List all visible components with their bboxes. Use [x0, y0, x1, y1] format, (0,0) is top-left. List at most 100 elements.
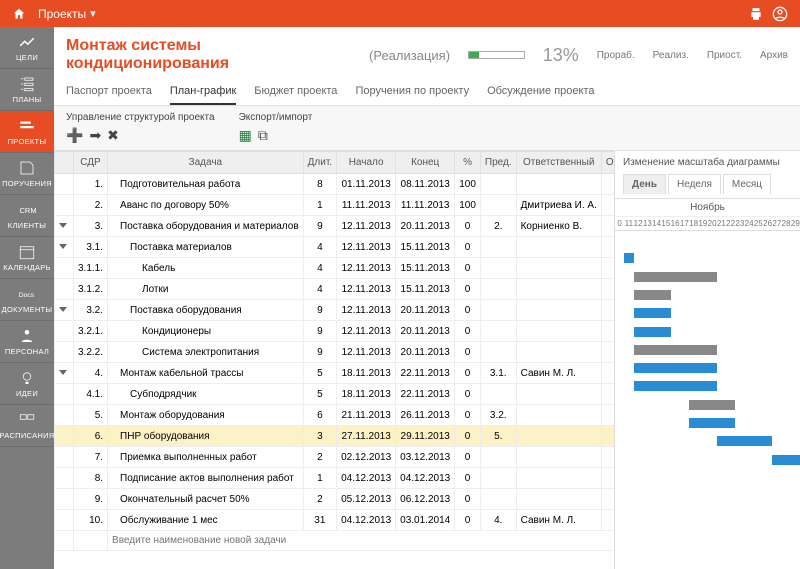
table-row[interactable]: 6.ПНР оборудования327.11.201329.11.20130… — [55, 426, 615, 447]
col-header[interactable]: Начало — [337, 152, 396, 174]
gantt-scale-tabs: ДеньНеделяМесяц — [615, 174, 800, 194]
table-row[interactable]: 3.2.2.Система электропитания912.11.20132… — [55, 342, 615, 363]
sidebar-item-goals[interactable]: ЦЕЛИ — [0, 27, 54, 69]
sidebar-item-projects[interactable]: ПРОЕКТЫ — [0, 111, 54, 153]
table-row[interactable]: 3.1.1.Кабель412.11.201315.11.201300 — [55, 258, 615, 279]
gantt-body[interactable] — [615, 231, 800, 569]
task-table-wrap[interactable]: СДРЗадачаДлит.НачалоКонец%Пред.Ответстве… — [54, 151, 614, 569]
scale-tab[interactable]: Месяц — [723, 174, 771, 194]
sidebar-item-crm[interactable]: CRMКЛИЕНТЫ — [0, 195, 54, 237]
new-task-row[interactable] — [55, 531, 615, 551]
gantt-title: Изменение масштаба диаграммы — [615, 151, 800, 174]
expand-icon[interactable] — [59, 244, 67, 249]
gantt-bar[interactable] — [624, 253, 633, 263]
table-header-row: СДРЗадачаДлит.НачалоКонец%Пред.Ответстве… — [55, 152, 615, 174]
status-tab[interactable]: Приост. — [707, 50, 742, 61]
table-row[interactable]: 1.Подготовительная работа801.11.201308.1… — [55, 174, 615, 195]
gantt-bar[interactable] — [634, 308, 671, 318]
table-row[interactable]: 4.Монтаж кабельной трассы518.11.201322.1… — [55, 363, 615, 384]
tab-3[interactable]: Поручения по проекту — [355, 79, 469, 105]
project-header: Монтаж системы кондиционирования (Реализ… — [54, 27, 800, 79]
table-row[interactable]: 9.Окончательный расчет 50%205.12.201306.… — [55, 489, 615, 510]
breadcrumb[interactable]: Проекты — [30, 7, 86, 21]
status-tab[interactable]: Архив — [760, 50, 788, 61]
print-icon[interactable] — [744, 7, 768, 21]
tab-0[interactable]: Паспорт проекта — [66, 79, 152, 105]
gantt-bar[interactable] — [689, 400, 735, 410]
progress-percent: 13% — [543, 45, 579, 66]
task-table: СДРЗадачаДлит.НачалоКонец%Пред.Ответстве… — [54, 151, 614, 551]
col-header[interactable]: % — [455, 152, 481, 174]
gantt-bar[interactable] — [772, 455, 800, 465]
status-tabs: Прораб. Реализ. Приост. Архив — [597, 50, 788, 61]
project-tabs: Паспорт проекта План-график Бюджет проекта… — [54, 79, 800, 106]
status-tab[interactable]: Прораб. — [597, 50, 635, 61]
col-header[interactable]: Отчёт — [601, 152, 614, 174]
gantt-bar[interactable] — [634, 272, 717, 282]
home-icon[interactable] — [8, 7, 30, 21]
col-header[interactable]: Пред. — [480, 152, 516, 174]
col-header[interactable] — [55, 152, 74, 174]
sidebar-item-sched[interactable]: РАСПИСАНИЯ — [0, 405, 54, 447]
table-row[interactable]: 4.1.Субподрядчик518.11.201322.11.201300 — [55, 384, 615, 405]
toolbar: Управление структурой проекта ➕ ➡ ✖ Эксп… — [54, 106, 800, 151]
sidebar-item-staff[interactable]: ПЕРСОНАЛ — [0, 321, 54, 363]
col-header[interactable]: Ответственный — [516, 152, 601, 174]
user-icon[interactable] — [768, 6, 792, 22]
table-row[interactable]: 10.Обслуживание 1 мес3104.12.201303.01.2… — [55, 510, 615, 531]
gantt-bar[interactable] — [634, 363, 717, 373]
gantt-bar[interactable] — [717, 436, 773, 446]
project-phase: (Реализация) — [369, 48, 450, 63]
toolbar-export-label: Экспорт/импорт — [239, 112, 313, 123]
toolbar-struct-label: Управление структурой проекта — [66, 112, 215, 123]
svg-text:CRM: CRM — [20, 206, 37, 215]
table-row[interactable]: 3.Поставка оборудования и материалов912.… — [55, 216, 615, 237]
sidebar: ЦЕЛИПЛАНЫПРОЕКТЫПОРУЧЕНИЯCRMКЛИЕНТЫКАЛЕН… — [0, 27, 54, 569]
expand-icon[interactable] — [59, 223, 67, 228]
sidebar-item-docs[interactable]: DocsДОКУМЕНТЫ — [0, 279, 54, 321]
gantt-bar[interactable] — [634, 381, 717, 391]
sidebar-item-plans[interactable]: ПЛАНЫ — [0, 69, 54, 111]
excel-icon[interactable]: ▦ — [239, 127, 252, 144]
gantt-bar[interactable] — [689, 418, 735, 428]
scale-tab[interactable]: Неделя — [668, 174, 721, 194]
project-title: Монтаж системы кондиционирования — [66, 37, 351, 73]
table-row[interactable]: 3.2.1.Кондиционеры912.11.201320.11.20130… — [55, 321, 615, 342]
indent-icon[interactable]: ➡ — [89, 127, 101, 144]
sidebar-item-calendar[interactable]: КАЛЕНДАРЬ — [0, 237, 54, 279]
dropdown-icon[interactable]: ▾ — [90, 7, 96, 20]
table-row[interactable]: 8.Подписание актов выполнения работ104.1… — [55, 468, 615, 489]
add-icon[interactable]: ➕ — [66, 127, 83, 144]
table-row[interactable]: 3.1.Поставка материалов412.11.201315.11.… — [55, 237, 615, 258]
col-header[interactable]: Конец — [396, 152, 455, 174]
topbar: Проекты ▾ — [0, 0, 800, 27]
delete-icon[interactable]: ✖ — [107, 127, 119, 144]
table-row[interactable]: 3.1.2.Лотки412.11.201315.11.201300 — [55, 279, 615, 300]
table-row[interactable]: 5.Монтаж оборудования621.11.201326.11.20… — [55, 405, 615, 426]
new-task-input[interactable] — [112, 535, 614, 546]
tab-2[interactable]: Бюджет проекта — [254, 79, 337, 105]
expand-icon[interactable] — [59, 370, 67, 375]
sidebar-item-tasks[interactable]: ПОРУЧЕНИЯ — [0, 153, 54, 195]
sidebar-item-ideas[interactable]: ИДЕИ — [0, 363, 54, 405]
table-row[interactable]: 3.2.Поставка оборудования912.11.201320.1… — [55, 300, 615, 321]
col-header[interactable]: Длит. — [303, 152, 336, 174]
gantt-days-row: 011121314151617181920212223242526272829 — [615, 217, 800, 231]
tab-1[interactable]: План-график — [170, 79, 236, 105]
gantt-bar[interactable] — [634, 290, 671, 300]
col-header[interactable]: СДР — [74, 152, 108, 174]
status-tab[interactable]: Реализ. — [653, 50, 689, 61]
table-row[interactable]: 7.Приемка выполненных работ202.12.201303… — [55, 447, 615, 468]
scale-tab[interactable]: День — [623, 174, 666, 194]
copy-icon[interactable]: ⧉ — [258, 127, 268, 144]
progress-bar — [468, 51, 525, 59]
gantt-month: Ноябрь — [615, 198, 800, 217]
gantt-bar[interactable] — [634, 345, 717, 355]
expand-icon[interactable] — [59, 307, 67, 312]
table-row[interactable]: 2.Аванс по договору 50%111.11.201311.11.… — [55, 195, 615, 216]
col-header[interactable]: Задача — [108, 152, 304, 174]
gantt-panel: Изменение масштаба диаграммы ДеньНеделяМ… — [614, 151, 800, 569]
svg-text:Docs: Docs — [19, 292, 35, 299]
tab-4[interactable]: Обсуждение проекта — [487, 79, 594, 105]
gantt-bar[interactable] — [634, 327, 671, 337]
